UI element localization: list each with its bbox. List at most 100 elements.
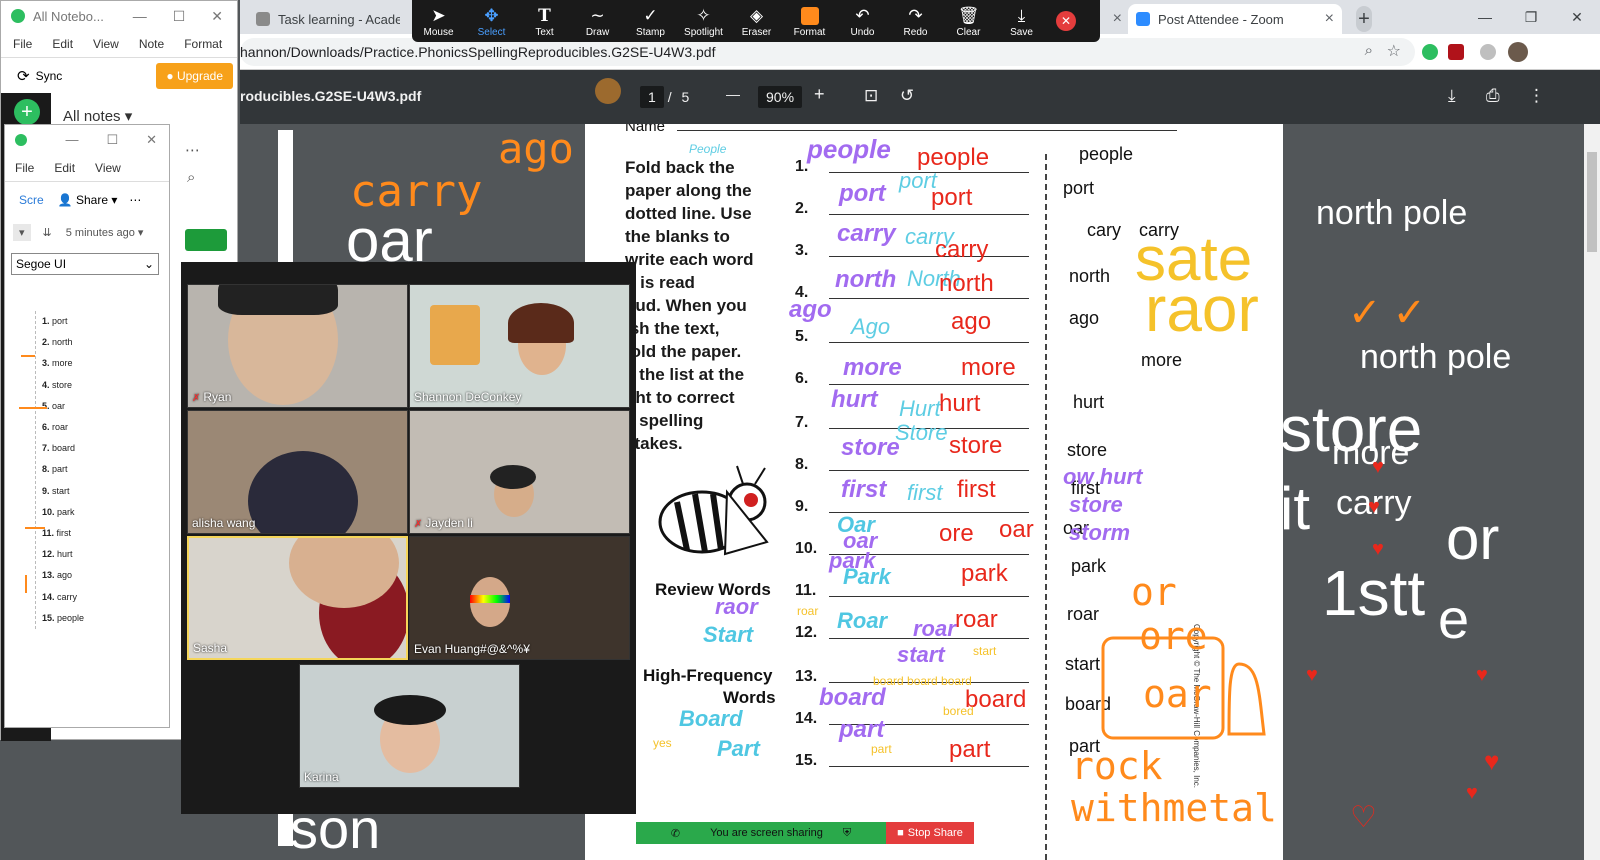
video-tile[interactable]: Sasha — [187, 536, 408, 660]
fit-page-icon[interactable]: ⊡ — [864, 86, 878, 106]
video-tile[interactable]: ✗ Jayden li — [409, 410, 630, 534]
menu-view[interactable]: View — [95, 161, 121, 175]
minimize-icon[interactable]: — — [1462, 0, 1508, 34]
tab-task-learning[interactable]: Task learning - Academy o — [248, 4, 408, 34]
zoom-lens-icon[interactable]: ⌕ — [1365, 42, 1373, 59]
collapse-icon[interactable]: ▾ — [13, 223, 31, 241]
list-item: 1. port — [42, 316, 68, 326]
evernote-extension-icon[interactable] — [1422, 44, 1438, 60]
minimize-icon[interactable]: — — [133, 8, 147, 25]
text-tool[interactable]: T Text — [518, 0, 571, 42]
restore-icon[interactable]: ❐ — [1508, 0, 1554, 34]
share-button[interactable]: 👤 Share ▾ — [58, 193, 118, 207]
maximize-icon[interactable]: ☐ — [173, 8, 186, 25]
close-icon[interactable]: ✕ — [211, 8, 223, 25]
heart-icon: ♥ — [1372, 538, 1384, 560]
video-tile[interactable]: Karina — [299, 664, 520, 788]
participant-name: Karina — [304, 770, 339, 784]
menu-edit[interactable]: Edit — [54, 161, 75, 175]
expand-icon[interactable]: ⇊ — [43, 226, 52, 239]
extension-puzzle-icon[interactable] — [1480, 44, 1496, 60]
menu-file[interactable]: File — [13, 37, 32, 51]
item-number: 3. — [795, 242, 809, 259]
sharing-status: ✆ You are screen sharing ⛨ — [636, 822, 886, 844]
list-item: 7. board — [42, 443, 76, 454]
menu-format[interactable]: Format — [184, 37, 222, 51]
orange-boxes-drawing — [1101, 636, 1266, 740]
search-icon[interactable]: ⌕ — [187, 169, 195, 186]
stop-share-button[interactable]: ■ Stop Share — [886, 822, 974, 844]
item-number: 12. — [795, 624, 818, 641]
tab-close-icon[interactable]: × — [1102, 4, 1122, 34]
heart-icon: ♥ — [1306, 664, 1318, 686]
video-tile[interactable]: alisha wang — [187, 410, 408, 534]
pdf-scrollbar[interactable] — [1584, 124, 1600, 860]
all-notes-dropdown[interactable]: All notes ▾ — [63, 107, 132, 125]
heart-icon: ♥ — [1476, 664, 1488, 686]
list-item: 14. carry — [42, 591, 78, 602]
item-number: 7. — [795, 414, 809, 431]
item-number: 15. — [795, 752, 818, 769]
bookmark-star-icon[interactable]: ☆ — [1387, 41, 1401, 61]
zoom-in-button[interactable]: + — [814, 84, 825, 105]
screenshot-button[interactable]: Scre — [19, 193, 44, 207]
maximize-icon[interactable]: ☐ — [106, 132, 118, 148]
menu-file[interactable]: File — [15, 161, 34, 175]
minimize-icon[interactable]: — — [65, 132, 78, 148]
more-icon[interactable]: ⋯ — [129, 193, 141, 207]
tab-post-attendee-zoom[interactable]: Post Attendee - Zoom × — [1128, 4, 1342, 34]
close-window-icon[interactable]: ✕ — [1554, 0, 1600, 34]
mouse-tool[interactable]: ➤ Mouse — [412, 0, 465, 42]
upgrade-icon: ● — [166, 68, 174, 83]
clear-tool[interactable]: 🗑 Clear — [942, 0, 995, 42]
spotlight-tool[interactable]: ✧ Spotlight — [677, 0, 730, 42]
ublock-extension-icon[interactable] — [1448, 44, 1464, 60]
close-annotate-icon[interactable]: ✕ — [1056, 11, 1076, 31]
undo-tool[interactable]: ↶ Undo — [836, 0, 889, 42]
profile-avatar[interactable] — [1508, 42, 1528, 62]
menu-view[interactable]: View — [93, 37, 119, 51]
sync-button[interactable]: Sync — [36, 69, 63, 83]
list-item: 10. park — [42, 506, 75, 517]
video-tile[interactable]: Evan Huang#@&^%¥ — [409, 536, 630, 660]
font-select[interactable]: Segoe UI ⌄ — [11, 253, 159, 275]
redo-tool[interactable]: ↷ Redo — [889, 0, 942, 42]
select-icon: ✥ — [484, 5, 499, 25]
shield-icon: ⛨ — [842, 826, 852, 839]
close-icon[interactable]: ✕ — [146, 132, 157, 148]
stamp-tool[interactable]: ✓ Stamp — [624, 0, 677, 42]
omnibox[interactable]: hannon/Downloads/Practice.PhonicsSpellin… — [240, 38, 1415, 66]
save-tool[interactable]: ⤓ Save — [995, 0, 1048, 42]
orange-mark — [21, 355, 35, 357]
page-number-input[interactable]: 1 — [640, 86, 664, 108]
evernote-note-window: — ☐ ✕ File Edit View Scre 👤 Share ▾ ⋯ ▾ … — [4, 124, 170, 728]
last-edited: 5 minutes ago ▾ — [65, 226, 144, 239]
print-icon[interactable]: ⎙ — [1486, 86, 1500, 106]
menu-edit[interactable]: Edit — [52, 37, 73, 51]
new-note-icon[interactable]: + — [14, 99, 40, 125]
video-tile[interactable]: ✗ Ryan — [187, 284, 408, 408]
heart-icon: ♥ — [1466, 782, 1478, 804]
eraser-tool[interactable]: ◈ Eraser — [730, 0, 783, 42]
more-options-icon[interactable]: ⋮ — [1528, 86, 1545, 106]
select-tool[interactable]: ✥ Select — [465, 0, 518, 42]
tab-close-icon[interactable]: × — [1325, 10, 1334, 28]
video-tile[interactable]: Shannon DeConkey — [409, 284, 630, 408]
new-tab-button[interactable]: + — [1348, 4, 1380, 34]
zoom-out-button[interactable]: — — [726, 86, 740, 102]
zoom-level-input[interactable]: 90% — [758, 86, 803, 108]
menu-note[interactable]: Note — [139, 37, 164, 51]
item-number: 14. — [795, 710, 818, 727]
window-controls: — ❐ ✕ — [1462, 0, 1600, 34]
rotate-icon[interactable]: ↺ — [900, 86, 914, 106]
more-icon[interactable]: ⋯ — [185, 141, 200, 159]
format-tool[interactable]: Format — [783, 0, 836, 42]
download-icon[interactable]: ⤓ — [1448, 86, 1456, 106]
item-number: 11. — [795, 582, 817, 599]
list-item: 3. more — [42, 358, 73, 369]
upgrade-button[interactable]: ● Upgrade — [156, 62, 233, 89]
draw-tool[interactable]: ∼ Draw — [571, 0, 624, 42]
evernote-logo-icon — [11, 9, 25, 23]
answer-word: people — [1079, 144, 1134, 164]
item-number: 10. — [795, 540, 818, 557]
